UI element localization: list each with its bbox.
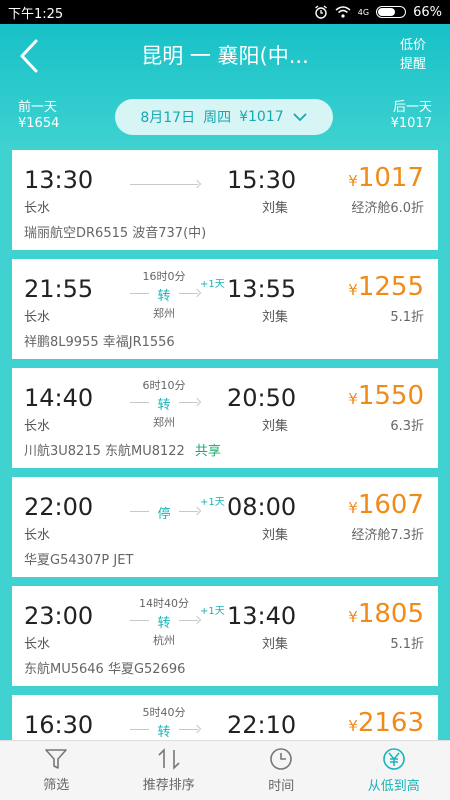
flight-card[interactable]: 16:30 5时40分 转 22:10 ¥2163 [12,695,438,740]
chevron-down-icon [293,113,307,122]
arrival-time: 13:55 [227,275,297,303]
arrival-time: 22:10 [227,711,297,739]
battery-icon [376,6,407,18]
bottom-tab-bar: 筛选 推荐排序 时间 从低到高 [0,740,450,800]
tab-label: 筛选 [43,778,70,793]
flight-card[interactable]: 13:30 15:30 长水 刘集 ¥1017 经济舱6.0折 瑞丽航空DR65… [12,150,438,250]
departure-airport: 长水 [24,419,51,434]
page-title: 昆明 一 襄阳(中... [141,44,309,68]
discount: 5.1折 [390,310,424,325]
tab-label: 时间 [268,779,295,794]
departure-airport: 长水 [24,637,51,652]
arrival-time: 13:40 [227,602,297,630]
departure-airport: 长水 [24,201,51,216]
departure-time: 14:40 [24,384,94,412]
discount: 经济舱6.0折 [351,201,424,216]
transfer-city: 杭州 [153,634,175,647]
tab-recommended-sort[interactable]: 推荐排序 [113,741,226,800]
arrival-time: 08:00 [227,493,297,521]
next-day-tag: +1天 [200,279,225,290]
transfer-city: 郑州 [153,307,175,320]
selected-date-price: ¥1017 [239,109,284,125]
filter-icon [45,749,68,769]
arrival-airport: 刘集 [262,637,289,652]
duration: 16时0分 [142,270,186,283]
flight-card[interactable]: 22:00 停 +1天 08:00 长水 刘集 ¥1607 经济舱7.3折 华夏… [12,477,438,577]
status-bar: 下午1:25 4G 66% [0,0,450,24]
codeshare-badge: 共享 [194,444,221,459]
price: ¥1017 [348,163,424,193]
alarm-icon [314,5,327,19]
transfer-city: 郑州 [153,416,175,429]
transfer-mark: 转 [149,612,179,631]
arrival-airport: 刘集 [262,201,289,216]
discount: 经济舱7.3折 [351,528,424,543]
airline-info: 东航MU5646 华夏G52696 [24,662,186,677]
duration: 14时40分 [139,597,189,610]
departure-time: 21:55 [24,275,94,303]
price: ¥2163 [348,708,424,738]
arrival-airport: 刘集 [262,419,289,434]
tab-filter[interactable]: 筛选 [0,741,113,800]
price: ¥1607 [348,490,424,520]
date-selector[interactable]: 8月17日 周四 ¥1017 [115,99,333,135]
tab-label: 推荐排序 [142,778,195,793]
duration: 5时40分 [142,706,186,719]
transfer-mark: 转 [149,285,179,304]
sort-icon [158,748,180,770]
battery-percent: 66% [413,4,442,20]
transfer-mark: 转 [149,394,179,413]
arrival-time: 20:50 [227,384,297,412]
tab-time[interactable]: 时间 [225,741,338,800]
selected-date: 8月17日 [140,110,196,126]
wifi-icon [335,6,351,18]
prev-day-label: 前一天 [18,100,58,115]
departure-time: 23:00 [24,602,94,630]
discount: 6.3折 [390,419,424,434]
alert-label-line2: 提醒 [399,57,426,72]
flight-card[interactable]: 23:00 14时40分 转 杭州 +1天 13:40 长水 刘集 ¥1805 … [12,586,438,686]
arrival-airport: 刘集 [262,528,289,543]
prev-day-price: ¥1654 [18,116,60,131]
departure-time: 16:30 [24,711,94,739]
chevron-left-icon [20,39,38,73]
arrival-time: 15:30 [227,166,297,194]
header: 昆明 一 襄阳(中... 低价 提醒 前一天 ¥1654 8月17日 周四 ¥1… [0,24,450,150]
back-button[interactable] [14,38,44,74]
price: ¥1255 [348,272,424,302]
tab-label: 从低到高 [367,779,420,794]
airline-info: 华夏G54307P JET [24,553,134,568]
airline-info: 祥鹏8L9955 幸福JR1556 [24,335,175,350]
airline-info: 川航3U8215 东航MU8122 共享 [24,444,221,459]
yen-icon [382,748,405,770]
next-day-price: ¥1017 [390,116,432,131]
next-day-tag: +1天 [200,606,225,617]
price: ¥1805 [348,599,424,629]
alert-label-line1: 低价 [399,38,426,53]
flight-list[interactable]: 13:30 15:30 长水 刘集 ¥1017 经济舱6.0折 瑞丽航空DR65… [0,150,450,740]
prev-day-button[interactable]: 前一天 ¥1654 [18,100,59,132]
low-price-alert-button[interactable]: 低价 提醒 [388,36,438,74]
flight-card[interactable]: 14:40 6时10分 转 郑州 20:50 长水 刘集 ¥1550 6.3折 … [12,368,438,468]
selected-weekday: 周四 [203,110,232,126]
network-indicator: 4G [357,7,370,17]
stop-mark: 停 [149,503,179,522]
arrival-airport: 刘集 [262,310,289,325]
departure-airport: 长水 [24,528,51,543]
discount: 5.1折 [390,637,424,652]
duration: 6时10分 [142,379,186,392]
flight-card[interactable]: 21:55 16时0分 转 郑州 +1天 13:55 长水 刘集 ¥1255 5… [12,259,438,359]
price: ¥1550 [348,381,424,411]
departure-time: 13:30 [24,166,94,194]
status-time: 下午1:25 [8,6,64,22]
transfer-mark: 转 [149,721,179,740]
tab-low-to-high[interactable]: 从低到高 [338,741,450,800]
next-day-tag: +1天 [200,497,225,508]
departure-time: 22:00 [24,493,94,521]
next-day-label: 后一天 [392,100,432,115]
next-day-button[interactable]: 后一天 ¥1017 [391,100,432,132]
departure-airport: 长水 [24,310,51,325]
clock-icon [270,748,293,770]
airline-info: 瑞丽航空DR6515 波音737(中) [24,226,207,241]
